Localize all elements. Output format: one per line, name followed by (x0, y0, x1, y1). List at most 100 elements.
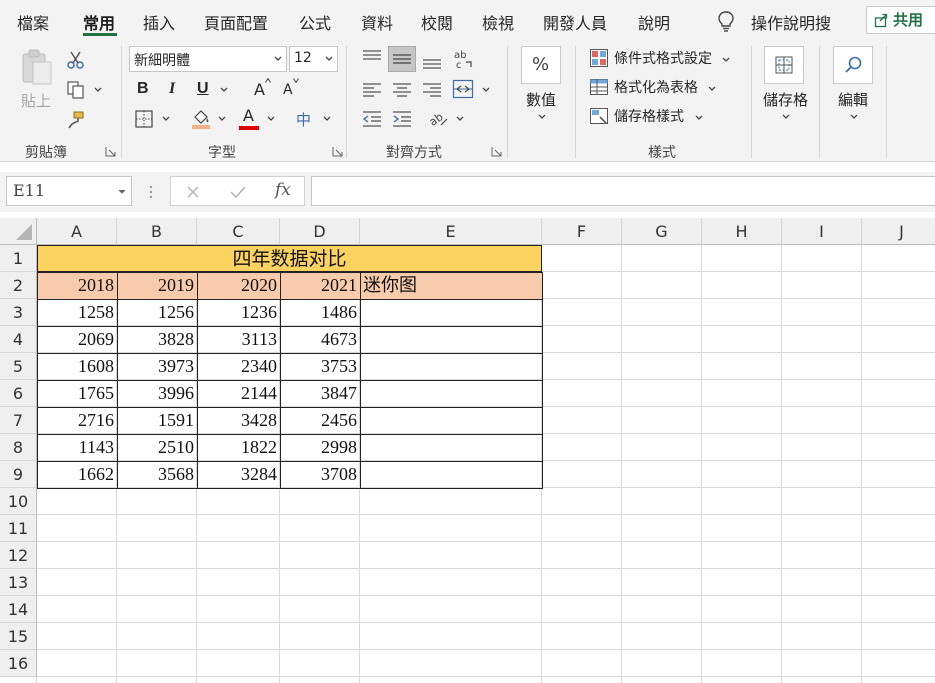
underline-dropdown-icon[interactable] (220, 87, 228, 93)
fill-color-icon[interactable] (190, 107, 212, 129)
cell-border (360, 299, 543, 327)
select-all-corner[interactable] (0, 218, 37, 245)
font-name-select[interactable]: 新細明體 (129, 46, 287, 72)
cell-border (37, 407, 118, 435)
clipboard-launcher-icon[interactable] (105, 146, 116, 157)
merge-dropdown-icon[interactable] (482, 87, 490, 93)
cell-border (280, 353, 361, 381)
format-as-table-button[interactable]: 格式化為表格 (589, 75, 719, 99)
name-box[interactable]: E11 (6, 176, 132, 206)
tab-developer[interactable]: 開發人員 (543, 10, 607, 34)
row-header-9[interactable]: 9 (0, 461, 37, 488)
column-header-h[interactable]: H (702, 218, 782, 245)
tab-formulas[interactable]: 公式 (299, 10, 331, 34)
grow-font-button[interactable]: A (254, 80, 265, 99)
underline-button[interactable]: U (197, 80, 209, 98)
column-header-d[interactable]: D (280, 218, 360, 245)
tab-file[interactable]: 檔案 (17, 10, 49, 34)
paste-button[interactable]: 貼上 (18, 46, 58, 114)
tab-home[interactable]: 常用 (83, 10, 115, 34)
column-header-c[interactable]: C (197, 218, 280, 245)
fill-color-dropdown-icon[interactable] (218, 116, 226, 122)
phonetic-dropdown-icon[interactable] (323, 116, 331, 122)
row-header-10[interactable]: 10 (0, 488, 37, 515)
row-header-2[interactable]: 2 (0, 272, 37, 299)
column-header-i[interactable]: I (782, 218, 862, 245)
copy-dropdown-icon[interactable] (94, 87, 102, 93)
row-header-16[interactable]: 16 (0, 650, 37, 677)
text-orientation-icon[interactable]: ab c (452, 48, 474, 70)
phonetic-guide-button[interactable]: 中 (296, 109, 311, 130)
row-header-15[interactable]: 15 (0, 623, 37, 650)
align-right-icon[interactable] (421, 80, 443, 100)
worksheet-grid[interactable]: A B C D E F G H I J 1 2 3 4 5 6 7 8 9 10 11 12 13 14 15 16 四年数据对比 2… (0, 218, 935, 683)
orientation-dropdown-icon[interactable] (456, 116, 464, 122)
italic-button[interactable]: I (169, 80, 175, 98)
bold-button[interactable]: B (137, 80, 149, 98)
column-header-a[interactable]: A (37, 218, 117, 245)
name-box-value: E11 (13, 181, 46, 200)
editing-button[interactable]: 編輯 (832, 46, 876, 126)
alignment-launcher-icon[interactable] (491, 146, 502, 157)
tab-view[interactable]: 檢視 (482, 10, 514, 34)
cell-border (197, 353, 281, 381)
align-middle-button[interactable] (388, 46, 416, 72)
number-format-button[interactable]: % 數值 (520, 46, 562, 126)
chevron-down-icon (325, 56, 333, 61)
row-header-8[interactable]: 8 (0, 434, 37, 461)
align-left-icon[interactable] (361, 80, 383, 100)
align-center-icon[interactable] (391, 80, 413, 100)
row-header-5[interactable]: 5 (0, 353, 37, 380)
row-header-6[interactable]: 6 (0, 380, 37, 407)
column-header-b[interactable]: B (117, 218, 197, 245)
cell-styles-button[interactable]: 儲存格樣式 (589, 104, 709, 128)
orientation-icon[interactable]: ab (428, 107, 450, 129)
font-color-swatch (239, 126, 259, 130)
row-header-1[interactable]: 1 (0, 245, 37, 272)
column-header-f[interactable]: F (542, 218, 622, 245)
column-header-g[interactable]: G (622, 218, 702, 245)
font-launcher-icon[interactable] (332, 146, 343, 157)
increase-indent-icon[interactable] (391, 109, 413, 129)
cells-button[interactable]: 儲存格 (762, 46, 808, 126)
insert-function-button[interactable]: fx (275, 180, 291, 200)
row-header-11[interactable]: 11 (0, 515, 37, 542)
column-header-e[interactable]: E (360, 218, 542, 245)
tab-data[interactable]: 資料 (361, 10, 393, 34)
column-header-j[interactable]: J (862, 218, 935, 245)
shrink-font-button[interactable]: A (283, 82, 293, 98)
row-header-14[interactable]: 14 (0, 596, 37, 623)
tab-insert[interactable]: 插入 (143, 10, 175, 34)
align-bottom-icon[interactable] (421, 52, 443, 72)
format-painter-icon[interactable] (66, 110, 86, 130)
conditional-formatting-button[interactable]: 條件式格式設定 (589, 46, 739, 70)
cut-icon[interactable] (66, 50, 86, 70)
align-top-icon[interactable] (361, 48, 383, 68)
copy-icon[interactable] (66, 80, 86, 100)
tab-help[interactable]: 說明 (638, 10, 670, 34)
formula-input[interactable] (311, 176, 935, 206)
font-color-dropdown-icon[interactable] (267, 116, 275, 122)
tab-page-layout[interactable]: 頁面配置 (204, 10, 268, 34)
title-cell[interactable]: 四年数据对比 (37, 245, 542, 272)
format-as-table-label: 格式化為表格 (614, 80, 698, 96)
row-header-13[interactable]: 13 (0, 569, 37, 596)
lightbulb-icon[interactable] (716, 10, 736, 32)
font-color-button[interactable]: A (243, 106, 254, 125)
enter-check-icon[interactable] (229, 184, 247, 200)
cancel-icon[interactable] (185, 184, 201, 200)
borders-icon[interactable] (134, 109, 154, 129)
wrap-text-icon[interactable] (452, 78, 474, 100)
decrease-indent-icon[interactable] (361, 109, 383, 129)
row-header-12[interactable]: 12 (0, 542, 37, 569)
row-header-3[interactable]: 3 (0, 299, 37, 326)
tell-me-search[interactable]: 操作說明搜 (751, 10, 831, 34)
gridline-horizontal (37, 595, 935, 596)
share-button[interactable]: 共用 (866, 6, 935, 34)
row-header-4[interactable]: 4 (0, 326, 37, 353)
tab-review[interactable]: 校閱 (421, 10, 453, 34)
splitter-dots-icon[interactable] (148, 184, 154, 200)
font-size-select[interactable]: 12 (289, 46, 338, 72)
row-header-7[interactable]: 7 (0, 407, 37, 434)
borders-dropdown-icon[interactable] (162, 116, 170, 122)
